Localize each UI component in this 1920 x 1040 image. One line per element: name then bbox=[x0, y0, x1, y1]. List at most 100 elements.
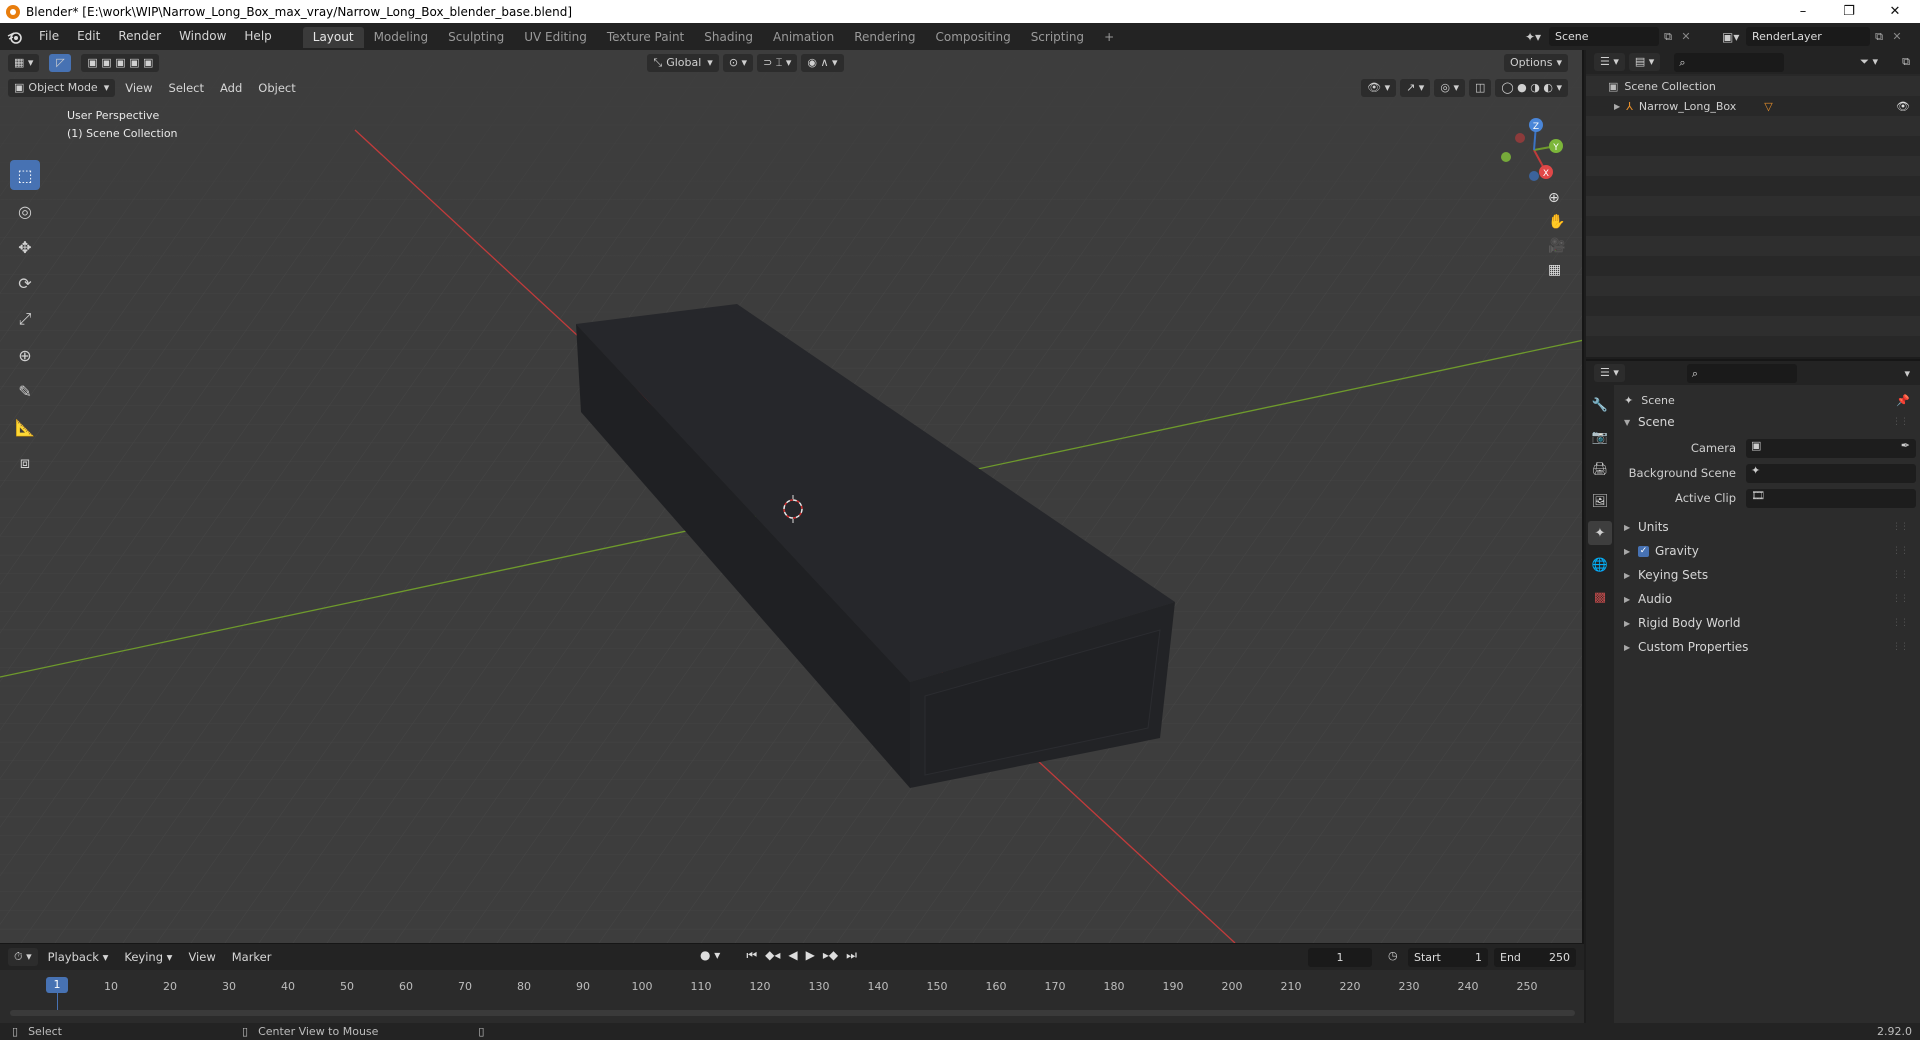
scene-panel-header[interactable]: ▼ Scene ⋮⋮ bbox=[1624, 411, 1914, 433]
xray-icon[interactable]: ◫ bbox=[1468, 79, 1492, 97]
units-panel-header[interactable]: ▶ Units ⋮⋮ bbox=[1624, 516, 1914, 538]
select-box-icon[interactable]: ⬚ bbox=[10, 160, 40, 190]
camera-view-icon[interactable]: 🎥 bbox=[1548, 238, 1565, 254]
viewport-scene[interactable] bbox=[0, 50, 1584, 943]
menu-file[interactable]: File bbox=[30, 23, 68, 50]
measure-icon[interactable]: 📐 bbox=[10, 412, 40, 442]
chevron-down-icon[interactable]: ▾ bbox=[1904, 367, 1910, 380]
gizmo-toggle-icon[interactable]: ↗ ▾ bbox=[1400, 79, 1431, 97]
visibility-eye-icon[interactable]: 👁 bbox=[1896, 100, 1910, 113]
camera-field[interactable]: ▣ ✒ bbox=[1746, 438, 1916, 458]
modifier-icon[interactable]: ▽ bbox=[1764, 100, 1772, 113]
add-cube-icon[interactable]: ⧈ bbox=[10, 448, 40, 478]
pivot-point-icon[interactable]: ⊙ ▾ bbox=[722, 54, 754, 72]
orientation-label: Global bbox=[666, 56, 702, 69]
gravity-panel-header[interactable]: ▶ ✓ Gravity ⋮⋮ bbox=[1624, 540, 1914, 562]
navigation-gizmo[interactable]: X Y Z bbox=[1490, 110, 1570, 190]
world-tab-icon[interactable]: 🌐 bbox=[1588, 553, 1612, 577]
tool-tab-icon[interactable]: 🔧 bbox=[1588, 393, 1612, 417]
frame-tick-label: 40 bbox=[281, 980, 295, 993]
pan-hand-icon[interactable]: ✋ bbox=[1548, 214, 1565, 230]
outliner-search-input[interactable]: ⌕ bbox=[1674, 52, 1785, 72]
audio-panel-header[interactable]: ▶ Audio ⋮⋮ bbox=[1624, 588, 1914, 610]
add-workspace-button[interactable]: + bbox=[1094, 27, 1124, 48]
eyedropper-icon[interactable]: ✒ bbox=[1901, 439, 1910, 452]
rotate-icon[interactable]: ⟳ bbox=[10, 268, 40, 298]
renderlayer-name-field[interactable]: RenderLayer bbox=[1746, 27, 1870, 46]
rigid-body-world-panel-header[interactable]: ▶ Rigid Body World ⋮⋮ bbox=[1624, 612, 1914, 634]
close-button[interactable]: ✕ bbox=[1872, 0, 1918, 23]
outliner-editor-type-icon[interactable]: ☰ ▾ bbox=[1594, 53, 1625, 71]
maximize-button[interactable]: ❐ bbox=[1826, 0, 1872, 23]
mode-dropdown[interactable]: ▣ Object Mode ▾ bbox=[8, 79, 116, 97]
proportional-edit-icon[interactable]: ◉ ∧ ▾ bbox=[801, 54, 844, 72]
background-scene-field[interactable]: ✦ bbox=[1746, 463, 1916, 483]
expand-arrow-icon[interactable]: ▶ bbox=[1614, 102, 1620, 111]
snap-icon[interactable]: ⊃ ⌶ ▾ bbox=[757, 54, 798, 72]
renderlayer-icon[interactable]: ▣▾ bbox=[1722, 30, 1746, 44]
transform-icon[interactable]: ⊕ bbox=[10, 340, 40, 370]
timeline-editor[interactable]: ⏱ ▾ Playback ▾ Keying ▾ View Marker ● ▾ … bbox=[0, 943, 1584, 1023]
new-renderlayer-icon[interactable]: ⧉ bbox=[1870, 30, 1888, 44]
transform-orientation-dropdown[interactable]: ⤡ Global ▾ bbox=[647, 54, 719, 72]
outliner-row-object[interactable]: ▶ ⅄ Narrow_Long_Box ▽ 👁 bbox=[1586, 96, 1920, 116]
tab-uv-editing[interactable]: UV Editing bbox=[514, 27, 597, 48]
select-tool-icon[interactable]: ◸ bbox=[49, 54, 72, 72]
custom-properties-panel-header[interactable]: ▶ Custom Properties ⋮⋮ bbox=[1624, 636, 1914, 658]
tab-animation[interactable]: Animation bbox=[763, 27, 844, 48]
tab-sculpting[interactable]: Sculpting bbox=[438, 27, 514, 48]
annotate-icon[interactable]: ✎ bbox=[10, 376, 40, 406]
menu-object[interactable]: Object bbox=[250, 81, 303, 95]
delete-renderlayer-icon[interactable]: ✕ bbox=[1888, 30, 1906, 43]
tab-compositing[interactable]: Compositing bbox=[925, 27, 1020, 48]
menu-help[interactable]: Help bbox=[235, 23, 280, 50]
blender-menu-icon[interactable] bbox=[0, 30, 30, 44]
timeline-scrollbar[interactable] bbox=[10, 1010, 1575, 1016]
move-icon[interactable]: ✥ bbox=[10, 232, 40, 262]
menu-view[interactable]: View bbox=[117, 81, 160, 95]
outliner-row-root[interactable]: ▣ Scene Collection bbox=[1586, 76, 1920, 96]
3d-viewport[interactable]: ▦ ▾ ◸ ▣ ▣ ▣ ▣ ▣ ⤡ Global ▾ ⊙ ▾ ⊃ ⌶ ▾ ◉ ∧… bbox=[0, 50, 1584, 943]
minimize-button[interactable]: – bbox=[1780, 0, 1826, 23]
active-clip-field[interactable]: 🎞 bbox=[1746, 488, 1916, 508]
tab-shading[interactable]: Shading bbox=[694, 27, 763, 48]
ortho-grid-icon[interactable]: ▦ bbox=[1548, 262, 1565, 278]
search-icon: ⌕ bbox=[1679, 55, 1686, 69]
frame-tick-label: 110 bbox=[690, 980, 712, 993]
tab-texture-paint[interactable]: Texture Paint bbox=[597, 27, 694, 48]
keying-sets-panel-header[interactable]: ▶ Keying Sets ⋮⋮ bbox=[1624, 564, 1914, 586]
scene-panel-title: Scene bbox=[1638, 415, 1675, 429]
display-mode-icon[interactable]: ▤ ▾ bbox=[1628, 53, 1661, 71]
menu-render[interactable]: Render bbox=[109, 23, 170, 50]
scale-icon[interactable]: ⤢ bbox=[10, 304, 40, 334]
pin-icon[interactable]: 📌 bbox=[1896, 394, 1910, 407]
menu-window[interactable]: Window bbox=[170, 23, 235, 50]
zoom-icon[interactable]: ⊕ bbox=[1548, 190, 1565, 206]
editor-type-icon[interactable]: ▦ ▾ bbox=[8, 54, 40, 72]
texture-tab-icon[interactable]: ▩ bbox=[1588, 585, 1612, 609]
menu-add[interactable]: Add bbox=[212, 81, 250, 95]
new-scene-icon[interactable]: ⧉ bbox=[1659, 30, 1677, 44]
tab-scripting[interactable]: Scripting bbox=[1021, 27, 1094, 48]
tab-layout[interactable]: Layout bbox=[302, 27, 364, 48]
visibility-icon[interactable]: 👁 ▾ bbox=[1361, 79, 1397, 97]
filter-icon[interactable]: ⏷ ▾ bbox=[1860, 55, 1878, 69]
tab-modeling[interactable]: Modeling bbox=[364, 27, 439, 48]
properties-search-input[interactable]: ⌕ bbox=[1686, 363, 1797, 383]
menu-select[interactable]: Select bbox=[161, 81, 212, 95]
options-button[interactable]: Options ▾ bbox=[1504, 54, 1568, 72]
gravity-checkbox[interactable]: ✓ bbox=[1638, 545, 1649, 557]
scene-icon[interactable]: ✦▾ bbox=[1525, 30, 1549, 44]
scene-name-field[interactable]: Scene bbox=[1549, 27, 1659, 46]
delete-scene-icon[interactable]: ✕ bbox=[1677, 30, 1695, 43]
select-mode-icons[interactable]: ▣ ▣ ▣ ▣ ▣ bbox=[81, 54, 160, 72]
overlays-icon[interactable]: ◎ ▾ bbox=[1434, 79, 1465, 97]
tab-rendering[interactable]: Rendering bbox=[844, 27, 925, 48]
playhead[interactable]: 1 bbox=[46, 977, 68, 993]
shading-modes-icon[interactable]: ◯ ● ◑ ◐ ▾ bbox=[1495, 79, 1568, 97]
menu-edit[interactable]: Edit bbox=[68, 23, 109, 50]
properties-editor-type-icon[interactable]: ☰ ▾ bbox=[1594, 364, 1625, 382]
cursor-icon[interactable]: ◎ bbox=[10, 196, 40, 226]
new-collection-icon[interactable]: ⧉ bbox=[1902, 55, 1910, 69]
scene-tab-icon[interactable]: ✦ bbox=[1588, 521, 1612, 545]
